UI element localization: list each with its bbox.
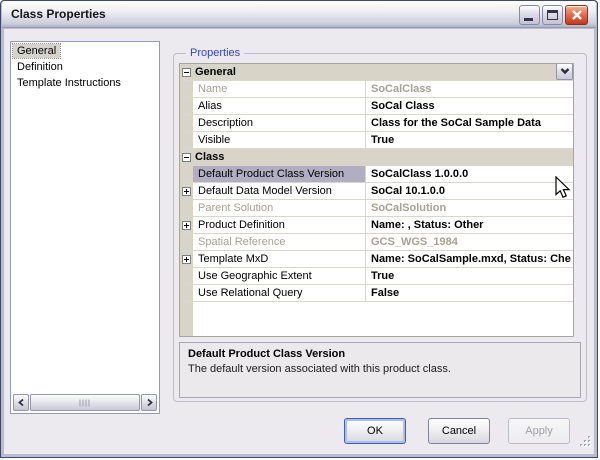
category-row-general[interactable]: General	[180, 64, 573, 81]
expand-plus-icon[interactable]	[182, 221, 191, 230]
resize-grip[interactable]	[579, 435, 592, 451]
property-label: Description	[193, 115, 366, 131]
scroll-right-icon	[145, 398, 154, 407]
maximize-button[interactable]	[542, 5, 563, 25]
window-title: Class Properties	[11, 7, 106, 21]
properties-group-label: Properties	[186, 47, 244, 59]
property-label: Use Relational Query	[193, 285, 366, 301]
dropdown-button[interactable]	[556, 63, 573, 80]
scrollbar-thumb[interactable]	[30, 394, 140, 411]
property-label: Template MxD	[193, 251, 366, 267]
property-value[interactable]: Class for the SoCal Sample Data	[366, 115, 573, 131]
scrollbar-grip-icon	[80, 399, 91, 406]
category-row-class[interactable]: Class	[180, 149, 573, 166]
ok-button[interactable]: OK	[344, 418, 406, 444]
list-item-definition[interactable]: Definition	[13, 60, 67, 74]
property-row-use-relational-query[interactable]: Use Relational Query False	[180, 285, 573, 302]
property-value[interactable]: False	[366, 285, 573, 301]
property-label: Product Definition	[193, 217, 366, 233]
property-row-spatial-reference[interactable]: Spatial Reference GCS_WGS_1984	[180, 234, 573, 251]
description-text: The default version associated with this…	[188, 363, 572, 375]
property-value: SoCalSolution	[366, 200, 573, 216]
property-value: GCS_WGS_1984	[366, 234, 573, 250]
title-bar[interactable]: Class Properties	[2, 1, 596, 28]
maximize-icon	[547, 10, 558, 20]
class-properties-dialog: Class Properties General Definition Temp…	[0, 0, 598, 458]
property-label: Name	[193, 81, 366, 97]
property-value[interactable]: SoCal Class	[366, 98, 573, 114]
apply-button: Apply	[508, 418, 570, 444]
property-value[interactable]: Name: SoCalSample.mxd, Status: Che	[366, 251, 573, 267]
description-title: Default Product Class Version	[188, 348, 572, 360]
expand-plus-icon[interactable]	[182, 187, 191, 196]
list-item-general[interactable]: General	[13, 44, 60, 58]
grid-margin-cell	[180, 64, 193, 80]
property-label: Default Product Class Version	[193, 166, 366, 182]
property-value[interactable]: True	[366, 132, 573, 148]
scroll-left-button[interactable]	[13, 394, 29, 411]
minimize-icon	[524, 18, 533, 21]
list-item-template-instructions[interactable]: Template Instructions	[13, 76, 125, 90]
property-label: Default Data Model Version	[193, 183, 366, 199]
minimize-button[interactable]	[519, 5, 540, 25]
property-description-panel: Default Product Class Version The defaul…	[179, 342, 581, 398]
property-row-product-definition[interactable]: Product Definition Name: , Status: Other	[180, 217, 573, 234]
property-label: Visible	[193, 132, 366, 148]
category-list: General Definition Template Instructions	[10, 41, 160, 414]
property-row-description[interactable]: Description Class for the SoCal Sample D…	[180, 115, 573, 132]
property-row-alias[interactable]: Alias SoCal Class	[180, 98, 573, 115]
property-value[interactable]: SoCalClass 1.0.0.0	[366, 166, 573, 182]
property-value[interactable]: True	[366, 268, 573, 284]
collapse-minus-icon[interactable]	[182, 153, 191, 162]
close-button[interactable]	[565, 5, 588, 25]
property-row-visible[interactable]: Visible True	[180, 132, 573, 149]
close-icon	[570, 9, 584, 25]
property-row-template-mxd[interactable]: Template MxD Name: SoCalSample.mxd, Stat…	[180, 251, 573, 268]
property-label: Use Geographic Extent	[193, 268, 366, 284]
cancel-button[interactable]: Cancel	[428, 418, 490, 444]
collapse-minus-icon[interactable]	[182, 68, 191, 77]
property-row-default-data-model-version[interactable]: Default Data Model Version SoCal 10.1.0.…	[180, 183, 573, 200]
property-row-default-product-class-version[interactable]: Default Product Class Version SoCalClass…	[180, 166, 573, 183]
horizontal-scrollbar[interactable]	[13, 394, 157, 411]
property-value[interactable]: SoCal 10.1.0.0	[366, 183, 573, 199]
scroll-left-icon	[17, 398, 26, 407]
scroll-right-button[interactable]	[141, 394, 157, 411]
property-grid: General Name SoCalClass Alias SoCal Clas…	[179, 63, 574, 337]
grid-empty-area	[180, 302, 573, 336]
property-label: Parent Solution	[193, 200, 366, 216]
property-label: Alias	[193, 98, 366, 114]
expand-plus-icon[interactable]	[182, 255, 191, 264]
property-label: Spatial Reference	[193, 234, 366, 250]
dropdown-arrow-icon	[559, 67, 571, 76]
property-row-name[interactable]: Name SoCalClass	[180, 81, 573, 98]
property-value[interactable]: Name: , Status: Other	[366, 217, 573, 233]
property-row-parent-solution[interactable]: Parent Solution SoCalSolution	[180, 200, 573, 217]
property-row-use-geographic-extent[interactable]: Use Geographic Extent True	[180, 268, 573, 285]
property-value: SoCalClass	[366, 81, 573, 97]
